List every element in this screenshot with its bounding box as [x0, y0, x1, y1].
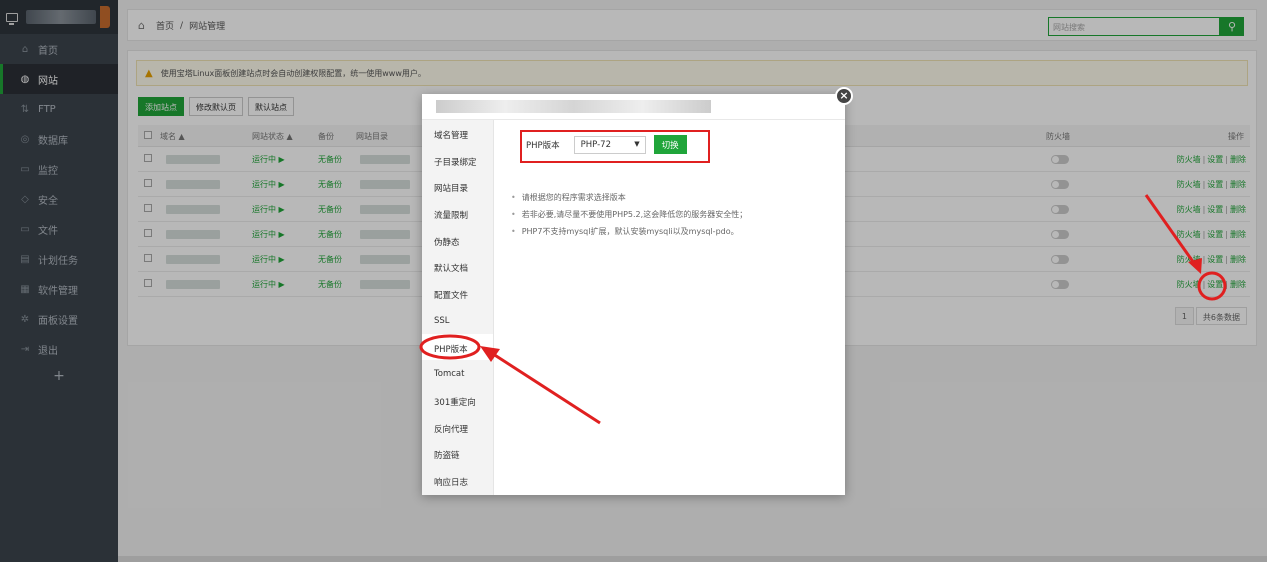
modal-menu-item[interactable]: PHP版本 — [422, 333, 493, 361]
modal-menu-item[interactable]: Tomcat — [422, 360, 493, 387]
caret-down-icon: ▼ — [634, 139, 640, 148]
notes-list: 请根据您的程序需求选择版本 若非必要,请尽量不要使用PHP5.2,这会降低您的服… — [511, 192, 747, 243]
close-icon[interactable]: × — [835, 87, 853, 105]
modal-menu-item[interactable]: 响应日志 — [422, 467, 493, 494]
modal-menu-item[interactable]: 默认文档 — [422, 253, 493, 280]
modal-header — [422, 94, 845, 120]
modal-content: PHP版本 PHP-72 ▼ 切换 请根据您的程序需求选择版本 若非必要,请尽量… — [495, 120, 845, 495]
modal-title-blurred — [436, 100, 711, 113]
php-version-row: PHP版本 PHP-72 ▼ 切换 — [526, 135, 687, 154]
modal-menu-item[interactable]: SSL — [422, 307, 493, 334]
php-version-select[interactable]: PHP-72 ▼ — [573, 135, 646, 154]
modal-menu-item[interactable]: 网站目录 — [422, 173, 493, 200]
modal-menu-item[interactable]: 域名管理 — [422, 120, 493, 147]
site-settings-modal: 域名管理 子目录绑定 网站目录 流量限制 伪静态 默认文档 配置文件 SSL PHP版本 Tomc… — [422, 94, 845, 495]
modal-menu-item[interactable]: 子目录绑定 — [422, 147, 493, 174]
modal-menu-item[interactable]: 301重定向 — [422, 387, 493, 414]
php-version-label: PHP版本 — [526, 140, 560, 151]
switch-button[interactable]: 切换 — [653, 135, 687, 154]
modal-menu-item[interactable]: 伪静态 — [422, 227, 493, 254]
php-version-value: PHP-72 — [580, 139, 611, 150]
note-item: 若非必要,请尽量不要使用PHP5.2,这会降低您的服务器安全性； — [511, 209, 747, 220]
modal-menu-item[interactable]: 反向代理 — [422, 414, 493, 441]
modal-menu-item[interactable]: 防盗链 — [422, 440, 493, 467]
modal-menu-item[interactable]: 配置文件 — [422, 280, 493, 307]
modal-menu: 域名管理 子目录绑定 网站目录 流量限制 伪静态 默认文档 配置文件 SSL PHP版本 Tomc… — [422, 120, 494, 495]
note-item: 请根据您的程序需求选择版本 — [511, 192, 747, 203]
note-item: PHP7不支持mysql扩展，默认安装mysqli以及mysql-pdo。 — [511, 226, 747, 237]
modal-menu-item[interactable]: 流量限制 — [422, 200, 493, 227]
